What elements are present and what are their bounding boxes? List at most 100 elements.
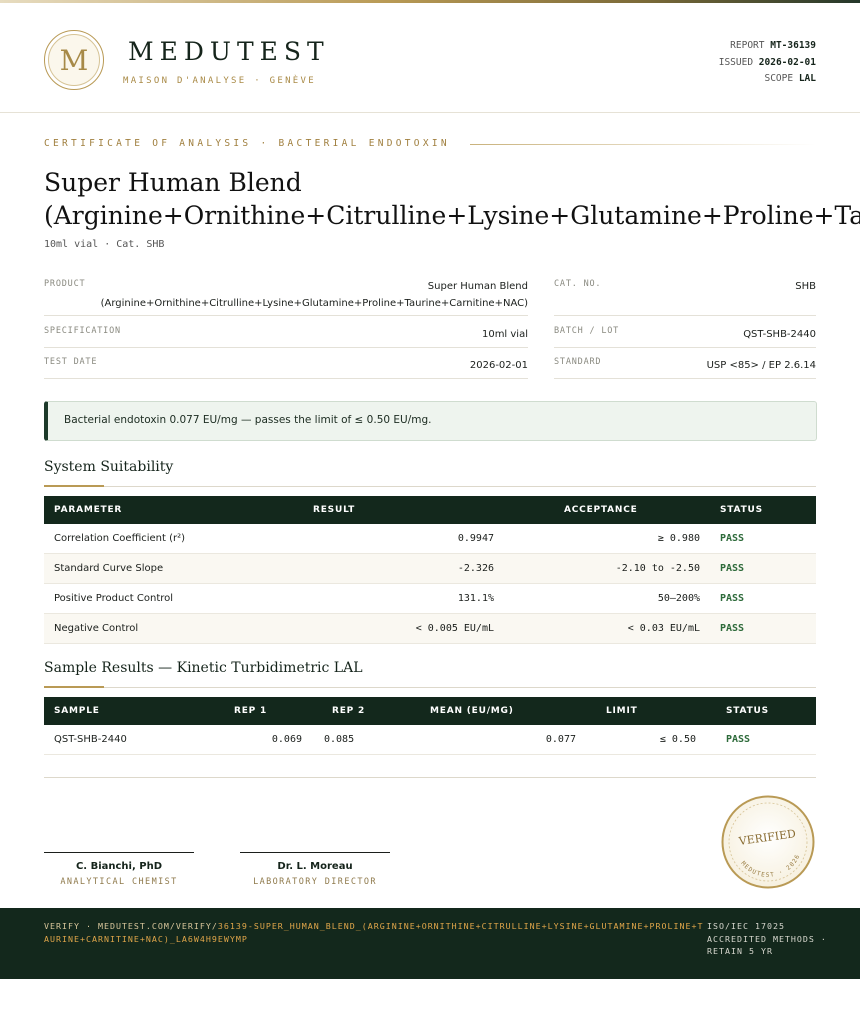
column-header: LIMIT <box>586 697 706 725</box>
report-label: REPORT <box>730 40 765 51</box>
table-row: Negative Control < 0.005 EU/mL < 0.03 EU… <box>44 613 816 644</box>
status-badge: PASS <box>710 553 816 584</box>
table-header-row: SAMPLE REP 1 REP 2 MEAN (EU/MG) LIMIT ST… <box>44 697 816 725</box>
detail-label: STANDARD <box>554 357 602 367</box>
column-header: REP 2 <box>312 697 410 725</box>
section-title-suitability: System Suitability <box>44 459 174 475</box>
signature-block: C. Bianchi, PhD ANALYTICAL CHEMIST <box>44 852 194 887</box>
cell-parameter: Positive Product Control <box>44 583 298 614</box>
cell-result: < 0.005 EU/mL <box>298 613 504 644</box>
result-banner-text: Bacterial endotoxin 0.077 EU/mg — passes… <box>64 414 432 426</box>
column-header: STATUS <box>706 697 816 725</box>
brand-tagline: MAISON D'ANALYSE · GENÈVE <box>123 76 316 86</box>
cell-result: -2.326 <box>298 553 504 584</box>
detail-label: CAT. NO. <box>554 279 602 289</box>
product-name-line-2: (Arginine+Ornithine+Citrulline+Lysine+Gl… <box>100 298 528 309</box>
cell-acceptance: ≥ 0.980 <box>504 524 710 554</box>
detail-cat-no: CAT. NO. SHB <box>554 278 816 316</box>
table-row: QST-SHB-2440 0.069 0.085 0.077 ≤ 0.50 PA… <box>44 725 816 755</box>
page-subtitle: 10ml vial · Cat. SHB <box>44 239 165 250</box>
title-line-1: Super Human Blend <box>44 168 302 197</box>
status-badge: PASS <box>710 524 816 554</box>
issued-date: 2026-02-01 <box>758 56 816 68</box>
sample-results-table: SAMPLE REP 1 REP 2 MEAN (EU/MG) LIMIT ST… <box>44 697 816 755</box>
signature-block: Dr. L. Moreau LABORATORY DIRECTOR <box>240 852 390 887</box>
detail-standard: STANDARD USP <85> / EP 2.6.14 <box>554 357 816 379</box>
detail-label: PRODUCT <box>44 279 86 289</box>
detail-batch: BATCH / LOT QST-SHB-2440 <box>554 326 816 348</box>
status-badge: PASS <box>706 725 816 755</box>
column-header: STATUS <box>710 496 816 524</box>
verify-prefix: VERIFY · MEDUTEST.COM/VERIFY/ <box>44 921 218 931</box>
detail-value: SHB <box>795 281 816 292</box>
detail-label: TEST DATE <box>44 357 98 367</box>
detail-label: SPECIFICATION <box>44 326 121 336</box>
table-row: Standard Curve Slope -2.326 -2.10 to -2.… <box>44 553 816 584</box>
detail-label: BATCH / LOT <box>554 326 620 336</box>
signatory-name: Dr. L. Moreau <box>277 861 353 872</box>
signatory-role: ANALYTICAL CHEMIST <box>60 877 178 887</box>
signatory-role: LABORATORY DIRECTOR <box>253 877 377 887</box>
title-line-2: (Arginine+Ornithine+Citrulline+Lysine+Gl… <box>44 201 860 230</box>
report-meta: REPORT MT-36139 ISSUED 2026-02-01 SCOPE … <box>719 38 816 88</box>
section-title-samples: Sample Results — Kinetic Turbidimetric L… <box>44 660 363 676</box>
section-divider <box>44 777 816 778</box>
section-accent <box>44 686 104 688</box>
column-header: PARAMETER <box>44 496 298 524</box>
accreditation-note: ISO/IEC 17025 ACCREDITED METHODS · RETAI… <box>707 921 827 956</box>
column-header: SAMPLE <box>44 697 214 725</box>
cell-rep2: 0.085 <box>312 725 410 755</box>
cell-rep1: 0.069 <box>214 725 312 755</box>
certificate-label: CERTIFICATE OF ANALYSIS · BACTERIAL ENDO… <box>44 138 450 149</box>
heading-divider <box>470 144 816 145</box>
section-accent <box>44 485 104 487</box>
header: M MEDUTEST MAISON D'ANALYSE · GENÈVE REP… <box>0 3 860 113</box>
detail-value: QST-SHB-2440 <box>743 329 816 340</box>
status-badge: PASS <box>710 613 816 644</box>
scope-value: LAL <box>798 73 816 84</box>
brand-name: MEDUTEST <box>128 37 330 66</box>
detail-value: 2026-02-01 <box>469 360 528 371</box>
cell-result: 0.9947 <box>298 524 504 554</box>
verification-text: VERIFY · MEDUTEST.COM/VERIFY/36139-SUPER… <box>44 920 704 945</box>
detail-product: PRODUCT Super Human Blend (Arginine+Orni… <box>44 278 528 316</box>
detail-value: 10ml vial <box>481 329 528 340</box>
column-header: ACCEPTANCE <box>504 496 710 524</box>
product-name-line-1: Super Human Blend <box>427 281 528 292</box>
verified-seal: VERIFIED MEDUTEST · 2026 <box>721 795 815 889</box>
brand-logo: M <box>44 30 104 90</box>
scope-label: SCOPE <box>764 73 794 84</box>
page-title: Super Human Blend (Arginine+Ornithine+Ci… <box>44 166 860 232</box>
cell-limit: ≤ 0.50 <box>586 725 706 755</box>
issued-label: ISSUED <box>718 56 754 68</box>
section-rule <box>44 486 816 487</box>
column-header: REP 1 <box>214 697 312 725</box>
cell-acceptance: < 0.03 EU/mL <box>504 613 710 644</box>
column-header: RESULT <box>298 496 504 524</box>
signatory-name: C. Bianchi, PhD <box>75 861 163 872</box>
certificate-heading: CERTIFICATE OF ANALYSIS · BACTERIAL ENDO… <box>44 138 816 152</box>
cell-acceptance: 50–200% <box>504 583 710 614</box>
suitability-table: PARAMETER RESULT ACCEPTANCE STATUS Corre… <box>44 496 816 644</box>
logo-monogram: M <box>48 34 100 86</box>
table-header-row: PARAMETER RESULT ACCEPTANCE STATUS <box>44 496 816 524</box>
status-badge: PASS <box>710 583 816 614</box>
cell-parameter: Correlation Coefficient (r²) <box>44 524 298 554</box>
table-row: Correlation Coefficient (r²) 0.9947 ≥ 0.… <box>44 524 816 554</box>
result-banner: Bacterial endotoxin 0.077 EU/mg — passes… <box>44 401 817 441</box>
detail-value: USP <85> / EP 2.6.14 <box>706 360 816 371</box>
cell-result: 131.1% <box>298 583 504 614</box>
cell-sample: QST-SHB-2440 <box>44 725 214 755</box>
detail-test-date: TEST DATE 2026-02-01 <box>44 357 528 379</box>
cell-acceptance: -2.10 to -2.50 <box>504 553 710 584</box>
cell-mean: 0.077 <box>410 725 586 755</box>
column-header: MEAN (EU/MG) <box>410 697 586 725</box>
detail-value: Super Human Blend (Arginine+Ornithine+Ci… <box>101 278 528 312</box>
report-number: MT-36139 <box>770 40 816 51</box>
cell-parameter: Negative Control <box>44 613 298 644</box>
footer: VERIFY · MEDUTEST.COM/VERIFY/36139-SUPER… <box>0 908 860 979</box>
detail-specification: SPECIFICATION 10ml vial <box>44 326 528 348</box>
cell-parameter: Standard Curve Slope <box>44 553 298 584</box>
section-rule <box>44 687 816 688</box>
table-row: Positive Product Control 131.1% 50–200% … <box>44 583 816 614</box>
